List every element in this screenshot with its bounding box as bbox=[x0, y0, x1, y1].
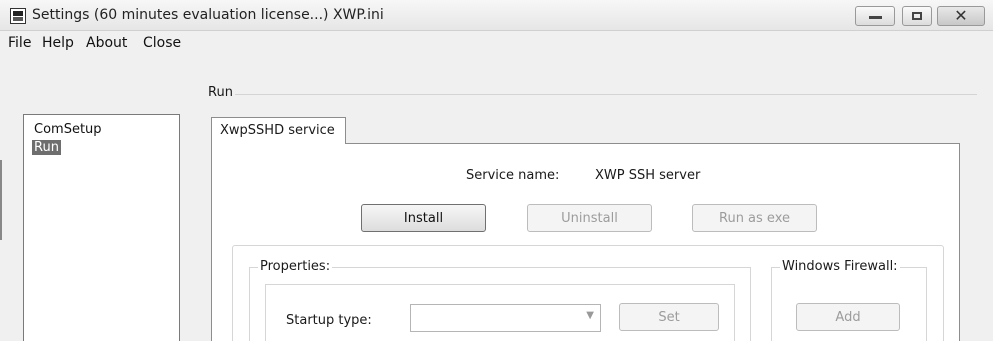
list-item-run[interactable]: Run bbox=[32, 140, 61, 155]
settings-category-list[interactable]: ComSetup Run bbox=[23, 114, 180, 341]
service-name-value: XWP SSH server bbox=[595, 168, 701, 183]
menu-bar: File Help About Close bbox=[0, 31, 993, 55]
service-name-label: Service name: bbox=[466, 168, 560, 183]
windows-firewall-label: Windows Firewall: bbox=[780, 259, 900, 274]
list-item-comsetup[interactable]: ComSetup bbox=[34, 122, 102, 137]
run-group-label: Run bbox=[208, 85, 233, 100]
settings-window: Settings (60 minutes evaluation license.… bbox=[0, 0, 993, 341]
install-button[interactable]: Install bbox=[361, 204, 486, 232]
window-title: Settings (60 minutes evaluation license.… bbox=[32, 7, 384, 23]
menu-about[interactable]: About bbox=[86, 35, 127, 51]
properties-label: Properties: bbox=[258, 259, 333, 274]
set-button[interactable]: Set bbox=[619, 303, 719, 331]
run-group-divider bbox=[235, 94, 977, 95]
menu-file[interactable]: File bbox=[8, 35, 31, 51]
startup-type-select[interactable]: ▼ bbox=[410, 304, 601, 332]
tab-xwpsshd-service[interactable]: XwpSSHD service bbox=[211, 117, 346, 144]
maximize-button[interactable] bbox=[902, 6, 932, 26]
app-icon[interactable] bbox=[10, 8, 26, 24]
close-icon: ✕ bbox=[954, 6, 968, 25]
minimize-icon bbox=[869, 16, 882, 19]
menu-help[interactable]: Help bbox=[42, 35, 74, 51]
uninstall-button[interactable]: Uninstall bbox=[527, 204, 652, 232]
close-button[interactable]: ✕ bbox=[937, 6, 985, 26]
run-as-exe-button[interactable]: Run as exe bbox=[692, 204, 817, 232]
window-edge-marker bbox=[0, 160, 2, 240]
menu-close[interactable]: Close bbox=[143, 35, 181, 51]
tab-joint bbox=[212, 142, 345, 144]
maximize-icon bbox=[912, 12, 922, 20]
startup-type-label: Startup type: bbox=[286, 313, 372, 328]
chevron-down-icon[interactable]: ▼ bbox=[586, 310, 594, 321]
minimize-button[interactable] bbox=[855, 6, 895, 26]
add-firewall-rule-button[interactable]: Add bbox=[796, 303, 900, 331]
title-bar: Settings (60 minutes evaluation license.… bbox=[0, 0, 993, 31]
